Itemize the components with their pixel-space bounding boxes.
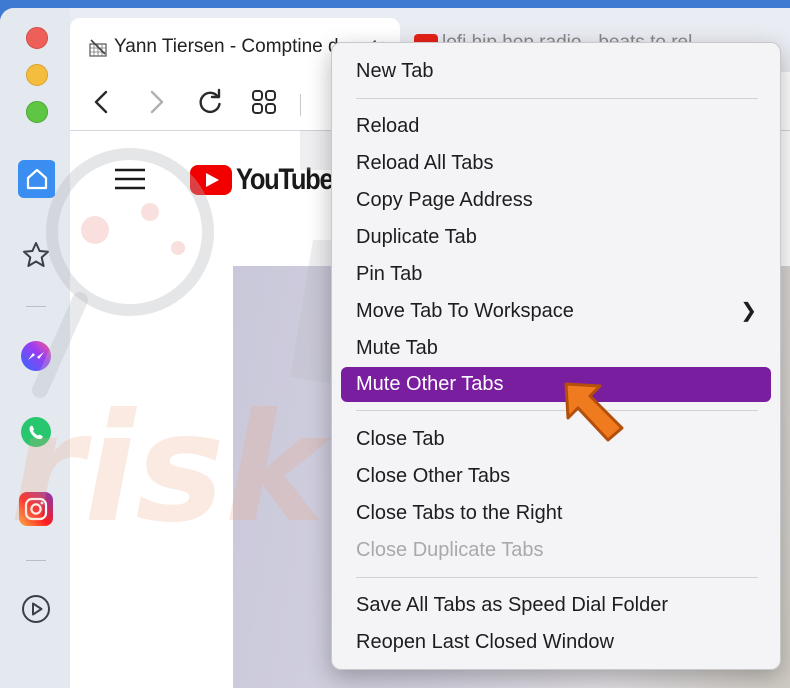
home-icon bbox=[18, 160, 55, 198]
menu-item-reload[interactable]: Reload bbox=[341, 109, 771, 144]
bookmarks-button[interactable] bbox=[17, 236, 55, 274]
muted-tab-icon bbox=[89, 39, 107, 57]
submenu-chevron-icon: ❯ bbox=[740, 300, 757, 322]
menu-item-pin-tab[interactable]: Pin Tab bbox=[341, 257, 771, 292]
pointer-arrow-icon bbox=[564, 382, 624, 442]
messenger-icon bbox=[21, 341, 51, 371]
menu-item-reopen-last-closed-window[interactable]: Reopen Last Closed Window bbox=[341, 625, 771, 660]
whatsapp-icon bbox=[21, 417, 51, 447]
tab-title: Yann Tiersen - Comptine d bbox=[114, 36, 339, 57]
instagram-icon bbox=[19, 492, 53, 526]
minimize-window-button[interactable] bbox=[26, 64, 48, 86]
back-button[interactable] bbox=[86, 86, 118, 118]
sidebar-divider bbox=[26, 306, 46, 307]
grid-icon bbox=[252, 90, 276, 114]
reload-icon bbox=[199, 88, 221, 114]
menu-item-close-duplicate-tabs: Close Duplicate Tabs bbox=[356, 539, 544, 561]
star-icon bbox=[23, 242, 49, 267]
menu-item-reload-all-tabs[interactable]: Reload All Tabs bbox=[341, 146, 771, 181]
menu-item-duplicate-tab[interactable]: Duplicate Tab bbox=[341, 220, 771, 255]
speed-dial-button[interactable] bbox=[248, 86, 280, 118]
start-page-button[interactable] bbox=[17, 160, 55, 198]
menu-item-mute-tab[interactable]: Mute Tab bbox=[341, 331, 771, 366]
tab-context-menu: New Tab Reload Reload All Tabs Copy Page… bbox=[331, 42, 781, 670]
forward-button[interactable] bbox=[140, 86, 172, 118]
menu-item-save-all-tabs-as-speed-dial-folder[interactable]: Save All Tabs as Speed Dial Folder bbox=[341, 588, 771, 623]
hamburger-menu-button[interactable] bbox=[114, 167, 146, 196]
youtube-play-icon bbox=[190, 165, 232, 195]
reload-button[interactable] bbox=[194, 86, 226, 118]
zoom-window-button[interactable] bbox=[26, 101, 48, 123]
menu-icon bbox=[115, 168, 145, 190]
messenger-panel-button[interactable] bbox=[17, 338, 55, 376]
menu-separator bbox=[356, 98, 758, 99]
menu-separator bbox=[356, 577, 758, 578]
toolbar-divider bbox=[300, 94, 301, 116]
chevron-left-icon bbox=[94, 90, 108, 114]
youtube-logo[interactable]: YouTube bbox=[190, 163, 349, 197]
youtube-logo-text: YouTube bbox=[236, 163, 334, 196]
instagram-panel-button[interactable] bbox=[17, 490, 55, 528]
menu-item-move-tab-to-workspace[interactable]: Move Tab To Workspace ❯ bbox=[341, 294, 771, 329]
whatsapp-panel-button[interactable] bbox=[17, 414, 55, 452]
play-circle-icon bbox=[22, 595, 50, 623]
menu-item-close-tabs-to-the-right[interactable]: Close Tabs to the Right bbox=[341, 496, 771, 531]
chevron-right-icon bbox=[150, 90, 164, 114]
menu-item-close-other-tabs[interactable]: Close Other Tabs bbox=[341, 459, 771, 494]
sidebar-divider bbox=[26, 560, 46, 561]
sidebar bbox=[0, 8, 70, 688]
close-window-button[interactable] bbox=[26, 27, 48, 49]
media-panel-button[interactable] bbox=[17, 590, 55, 628]
menu-item-new-tab[interactable]: New Tab bbox=[341, 54, 771, 89]
menu-item-label: Move Tab To Workspace bbox=[356, 300, 574, 322]
menu-item-copy-page-address[interactable]: Copy Page Address bbox=[341, 183, 771, 218]
